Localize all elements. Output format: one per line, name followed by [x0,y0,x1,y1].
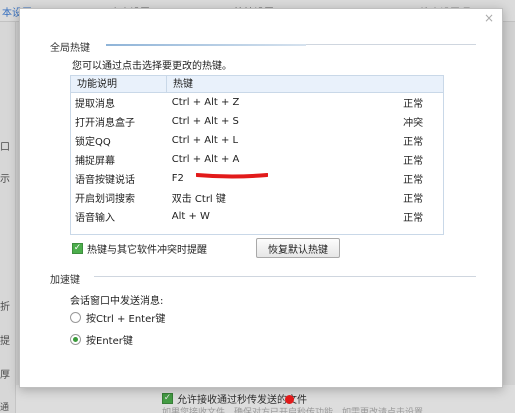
radio-ctrl-enter[interactable]: 按Ctrl + Enter键 [70,310,165,325]
radio-enter-label: 按Enter键 [86,336,133,347]
hotkey-function: 开启划词搜索 [75,194,135,205]
hotkey-dialog: × 全局热键 您可以通过点击选择要更改的热键。 功能说明 热键 提取消息 Ctr… [19,8,503,388]
conflict-reminder-label: 热键与其它软件冲突时提醒 [87,245,207,256]
hotkey-table-header: 功能说明 热键 [71,75,443,93]
restore-default-hotkeys-button[interactable]: 恢复默认热键 [256,238,340,258]
radio-selected-icon[interactable] [70,334,81,345]
hotkey-value: Ctrl + Alt + Z [171,97,240,108]
hotkey-function: 捕捉屏幕 [75,156,115,167]
column-header-function: 功能说明 [71,75,167,93]
hotkey-row-extract-message[interactable]: 提取消息 Ctrl + Alt + Z 正常 [71,93,443,112]
hotkey-hint-text: 您可以通过点击选择要更改的热键。 [72,61,232,72]
hotkey-status: 冲突 [403,118,424,129]
section-divider [94,276,476,277]
radio-enter[interactable]: 按Enter键 [70,332,133,347]
hotkey-value: Ctrl + Alt + S [171,116,239,127]
hotkey-table: 功能说明 热键 提取消息 Ctrl + Alt + Z 正常 打开消息盒子 Ct… [70,75,444,235]
radio-ctrl-enter-label: 按Ctrl + Enter键 [86,314,166,325]
column-header-hotkey: 热键 [173,78,193,90]
section-divider [306,44,476,45]
hotkey-row-lock-qq[interactable]: 锁定QQ Ctrl + Alt + L 正常 [71,131,443,150]
hotkey-function: 打开消息盒子 [75,118,135,129]
radio-unselected-icon[interactable] [70,312,81,323]
section-divider [106,44,306,46]
red-annotation-dot [285,395,294,404]
global-hotkey-section-title: 全局热键 [50,43,90,54]
hotkey-function: 语音输入 [75,213,115,224]
hotkey-status: 正常 [403,194,424,205]
hotkey-value: Alt + W [171,211,210,222]
hotkey-value: 双击 Ctrl 键 [171,194,226,205]
close-icon[interactable]: × [482,11,496,25]
hotkey-value: Ctrl + Alt + L [171,135,239,146]
accelerator-section-title: 加速键 [50,275,80,286]
conflict-reminder-checkbox[interactable]: ✓ 热键与其它软件冲突时提醒 [72,241,207,256]
hotkey-row-screen-capture[interactable]: 捕捉屏幕 Ctrl + Alt + A 正常 [71,150,443,169]
hotkey-status: 正常 [403,213,424,224]
hotkey-row-word-search[interactable]: 开启划词搜索 双击 Ctrl 键 正常 [71,188,443,207]
hotkey-status: 正常 [403,99,424,110]
hotkey-function: 锁定QQ [75,137,111,148]
checkbox-checked-icon[interactable]: ✓ [72,243,83,254]
hotkey-function: 提取消息 [75,99,115,110]
red-annotation-stroke [196,173,268,179]
hotkey-status: 正常 [403,175,424,186]
hotkey-row-voice-input[interactable]: 语音输入 Alt + W 正常 [71,207,443,226]
hotkey-function: 语音按键说话 [75,175,135,186]
send-message-label: 会话窗口中发送消息: [70,296,164,307]
hotkey-status: 正常 [403,137,424,148]
hotkey-status: 正常 [403,156,424,167]
hotkey-row-open-message-box[interactable]: 打开消息盒子 Ctrl + Alt + S 冲突 [71,112,443,131]
hotkey-value: Ctrl + Alt + A [171,154,240,165]
